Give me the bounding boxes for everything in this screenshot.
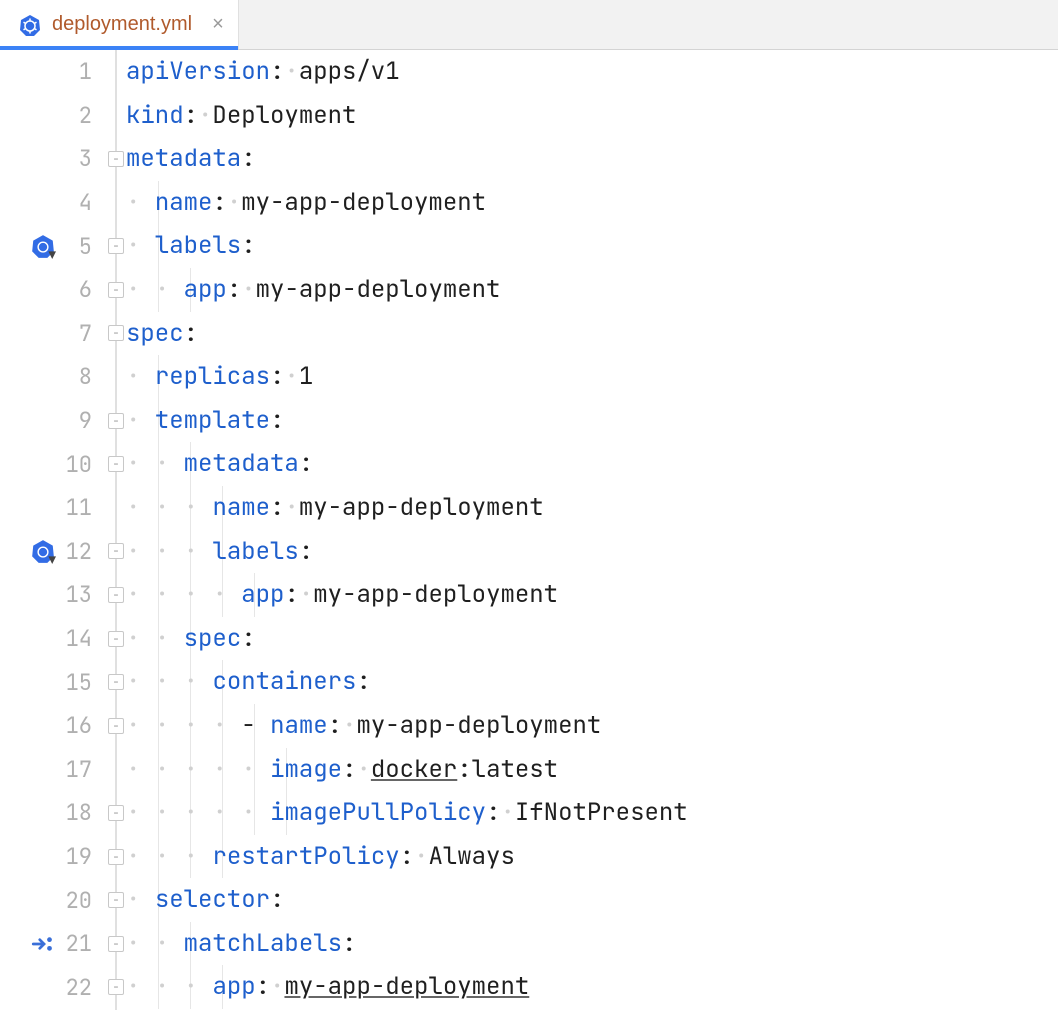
- code-line[interactable]: metadata:: [126, 137, 1058, 181]
- line-number: 13: [58, 580, 92, 609]
- code-line[interactable]: · · app:·my-app-deployment: [126, 268, 1058, 312]
- line-number: 8: [58, 362, 92, 391]
- code-line[interactable]: · · · name:·my-app-deployment: [126, 486, 1058, 530]
- fold-toggle[interactable]: −: [108, 543, 124, 559]
- kubernetes-icon: [18, 13, 42, 37]
- gutter-line: 7: [0, 312, 106, 356]
- line-number: 1: [58, 57, 92, 86]
- code-line[interactable]: · · · containers:: [126, 660, 1058, 704]
- fold-toggle[interactable]: −: [108, 587, 124, 603]
- fold-toggle[interactable]: −: [108, 413, 124, 429]
- line-number: 18: [58, 798, 92, 827]
- line-number: 20: [58, 886, 92, 915]
- fold-column: − − − − − − − − − − − − − − − −: [106, 50, 126, 1010]
- line-number: 6: [58, 275, 92, 304]
- gutter-line: 17: [0, 748, 106, 792]
- fold-toggle[interactable]: −: [108, 238, 124, 254]
- line-number: 22: [58, 973, 92, 1002]
- line-number: 15: [58, 668, 92, 697]
- editor-tabbar: deployment.yml ×: [0, 0, 1058, 50]
- fold-toggle[interactable]: −: [108, 718, 124, 734]
- code-line[interactable]: · · · app:·my-app-deployment: [126, 965, 1058, 1009]
- gutter-line: 22: [0, 965, 106, 1009]
- file-tab[interactable]: deployment.yml ×: [0, 0, 239, 49]
- code-line[interactable]: · labels:: [126, 224, 1058, 268]
- gutter-line: 3: [0, 137, 106, 181]
- fold-toggle[interactable]: −: [108, 849, 124, 865]
- arrow-breakpoint-icon[interactable]: [30, 931, 56, 957]
- line-number: 3: [58, 144, 92, 173]
- code-editor[interactable]: 12345678910111213141516171819202122 −−−−…: [0, 50, 1058, 1010]
- code-line[interactable]: · name:·my-app-deployment: [126, 181, 1058, 225]
- code-line[interactable]: · · · · · image:·docker:latest: [126, 748, 1058, 792]
- fold-toggle[interactable]: −: [108, 325, 124, 341]
- line-number: 17: [58, 755, 92, 784]
- code-line[interactable]: · template:: [126, 399, 1058, 443]
- line-number: 7: [58, 319, 92, 348]
- gutter-line: 14: [0, 617, 106, 661]
- gutter-line: 10: [0, 442, 106, 486]
- code-line[interactable]: · · spec:: [126, 617, 1058, 661]
- gutter-line: 20: [0, 878, 106, 922]
- line-number-gutter: 12345678910111213141516171819202122: [0, 50, 106, 1010]
- code-line[interactable]: · · matchLabels:: [126, 922, 1058, 966]
- kubernetes-run-icon[interactable]: [30, 538, 56, 564]
- gutter-line: 5: [0, 224, 106, 268]
- line-number: 11: [58, 493, 92, 522]
- gutter-line: 15: [0, 660, 106, 704]
- fold-toggle[interactable]: −: [108, 936, 124, 952]
- code-line[interactable]: · selector:: [126, 878, 1058, 922]
- line-number: 5: [58, 232, 92, 261]
- line-number: 21: [58, 929, 92, 958]
- gutter-line: 6: [0, 268, 106, 312]
- fold-toggle[interactable]: −: [108, 979, 124, 995]
- kubernetes-run-icon[interactable]: [30, 233, 56, 259]
- line-number: 12: [58, 537, 92, 566]
- gutter-line: 13: [0, 573, 106, 617]
- fold-toggle[interactable]: −: [108, 805, 124, 821]
- code-line[interactable]: · · · labels:: [126, 530, 1058, 574]
- close-icon[interactable]: ×: [212, 13, 224, 36]
- code-line[interactable]: · · · · · imagePullPolicy:·IfNotPresent: [126, 791, 1058, 835]
- code-line[interactable]: · · · · - name:·my-app-deployment: [126, 704, 1058, 748]
- code-area[interactable]: apiVersion:·apps/v1kind:·Deploymentmetad…: [126, 50, 1058, 1010]
- line-number: 19: [58, 842, 92, 871]
- gutter-line: 18: [0, 791, 106, 835]
- line-number: 2: [58, 101, 92, 130]
- line-number: 9: [58, 406, 92, 435]
- gutter-line: 4: [0, 181, 106, 225]
- fold-toggle[interactable]: −: [108, 631, 124, 647]
- gutter-line: 11: [0, 486, 106, 530]
- gutter-line: 12: [0, 530, 106, 574]
- gutter-line: 19: [0, 835, 106, 879]
- code-line[interactable]: apiVersion:·apps/v1: [126, 50, 1058, 94]
- gutter-line: 2: [0, 94, 106, 138]
- fold-toggle[interactable]: −: [108, 282, 124, 298]
- fold-toggle[interactable]: −: [108, 674, 124, 690]
- gutter-line: 16: [0, 704, 106, 748]
- gutter-line: 1: [0, 50, 106, 94]
- gutter-line: 9: [0, 399, 106, 443]
- code-line[interactable]: · replicas:·1: [126, 355, 1058, 399]
- tab-filename: deployment.yml: [52, 13, 192, 36]
- code-line[interactable]: · · metadata:: [126, 442, 1058, 486]
- code-line[interactable]: · · · · app:·my-app-deployment: [126, 573, 1058, 617]
- line-number: 14: [58, 624, 92, 653]
- fold-toggle[interactable]: −: [108, 456, 124, 472]
- gutter-line: 21: [0, 922, 106, 966]
- fold-toggle[interactable]: −: [108, 151, 124, 167]
- line-number: 10: [58, 450, 92, 479]
- code-line[interactable]: spec:: [126, 312, 1058, 356]
- line-number: 16: [58, 711, 92, 740]
- code-line[interactable]: kind:·Deployment: [126, 94, 1058, 138]
- code-line[interactable]: · · · restartPolicy:·Always: [126, 835, 1058, 879]
- line-number: 4: [58, 188, 92, 217]
- gutter-line: 8: [0, 355, 106, 399]
- fold-toggle[interactable]: −: [108, 892, 124, 908]
